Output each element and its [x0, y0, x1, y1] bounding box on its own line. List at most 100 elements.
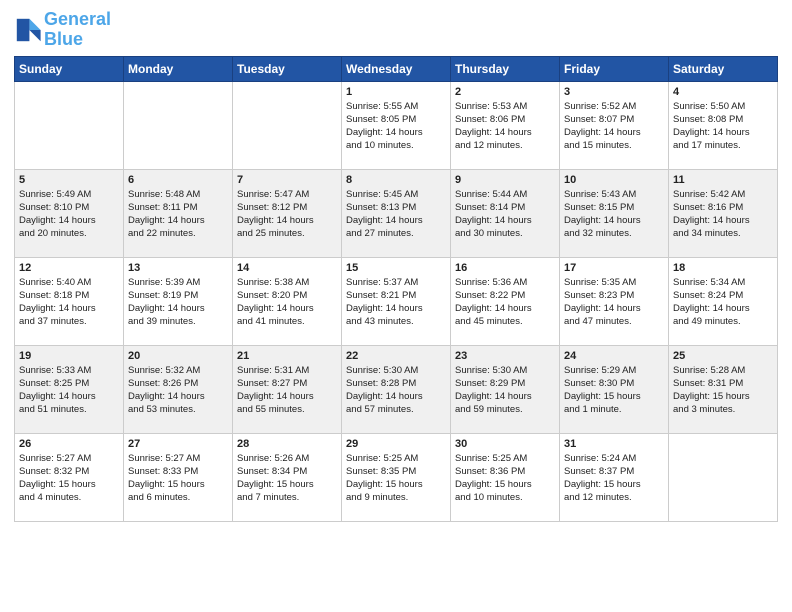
day-number: 15	[346, 262, 446, 274]
day-number: 13	[128, 262, 228, 274]
day-number: 18	[673, 262, 773, 274]
calendar-cell: 20 Sunrise: 5:32 AM Sunset: 8:26 PM Dayli…	[124, 345, 233, 433]
logo-icon	[14, 16, 42, 44]
header: General Blue	[14, 10, 778, 50]
day-info: Sunrise: 5:33 AM Sunset: 8:25 PM Dayligh…	[19, 364, 119, 417]
day-info: Sunrise: 5:48 AM Sunset: 8:11 PM Dayligh…	[128, 188, 228, 241]
calendar-week-row: 12 Sunrise: 5:40 AM Sunset: 8:18 PM Dayli…	[15, 257, 778, 345]
day-info: Sunrise: 5:35 AM Sunset: 8:23 PM Dayligh…	[564, 276, 664, 329]
weekday-header: Wednesday	[342, 56, 451, 81]
day-number: 30	[455, 438, 555, 450]
day-number: 8	[346, 174, 446, 186]
calendar-week-row: 5 Sunrise: 5:49 AM Sunset: 8:10 PM Daylig…	[15, 169, 778, 257]
day-info: Sunrise: 5:42 AM Sunset: 8:16 PM Dayligh…	[673, 188, 773, 241]
day-number: 20	[128, 350, 228, 362]
day-number: 21	[237, 350, 337, 362]
day-info: Sunrise: 5:24 AM Sunset: 8:37 PM Dayligh…	[564, 452, 664, 505]
calendar-cell: 11 Sunrise: 5:42 AM Sunset: 8:16 PM Dayli…	[669, 169, 778, 257]
day-number: 25	[673, 350, 773, 362]
day-info: Sunrise: 5:36 AM Sunset: 8:22 PM Dayligh…	[455, 276, 555, 329]
calendar-cell: 21 Sunrise: 5:31 AM Sunset: 8:27 PM Dayli…	[233, 345, 342, 433]
day-info: Sunrise: 5:25 AM Sunset: 8:35 PM Dayligh…	[346, 452, 446, 505]
day-number: 19	[19, 350, 119, 362]
calendar-cell: 25Sunrise: 5:28 AM Sunset: 8:31 PM Dayli…	[669, 345, 778, 433]
day-info: Sunrise: 5:29 AM Sunset: 8:30 PM Dayligh…	[564, 364, 664, 417]
day-info: Sunrise: 5:37 AM Sunset: 8:21 PM Dayligh…	[346, 276, 446, 329]
calendar-cell: 3 Sunrise: 5:52 AM Sunset: 8:07 PM Daylig…	[560, 81, 669, 169]
calendar-cell	[124, 81, 233, 169]
page: General Blue SundayMondayTuesdayWednesda…	[0, 0, 792, 612]
day-info: Sunrise: 5:43 AM Sunset: 8:15 PM Dayligh…	[564, 188, 664, 241]
day-number: 9	[455, 174, 555, 186]
day-info: Sunrise: 5:27 AM Sunset: 8:33 PM Dayligh…	[128, 452, 228, 505]
day-number: 17	[564, 262, 664, 274]
day-info: Sunrise: 5:32 AM Sunset: 8:26 PM Dayligh…	[128, 364, 228, 417]
day-number: 6	[128, 174, 228, 186]
calendar-cell	[15, 81, 124, 169]
calendar-cell: 16 Sunrise: 5:36 AM Sunset: 8:22 PM Dayli…	[451, 257, 560, 345]
calendar-cell: 30 Sunrise: 5:25 AM Sunset: 8:36 PM Dayli…	[451, 433, 560, 521]
calendar-cell: 31Sunrise: 5:24 AM Sunset: 8:37 PM Dayli…	[560, 433, 669, 521]
day-number: 5	[19, 174, 119, 186]
day-info: Sunrise: 5:45 AM Sunset: 8:13 PM Dayligh…	[346, 188, 446, 241]
day-number: 7	[237, 174, 337, 186]
day-number: 1	[346, 86, 446, 98]
day-number: 12	[19, 262, 119, 274]
calendar-cell: 15 Sunrise: 5:37 AM Sunset: 8:21 PM Dayli…	[342, 257, 451, 345]
weekday-header: Friday	[560, 56, 669, 81]
calendar-week-row: 19 Sunrise: 5:33 AM Sunset: 8:25 PM Dayli…	[15, 345, 778, 433]
calendar-cell: 4Sunrise: 5:50 AM Sunset: 8:08 PM Daylig…	[669, 81, 778, 169]
day-info: Sunrise: 5:25 AM Sunset: 8:36 PM Dayligh…	[455, 452, 555, 505]
calendar-cell	[233, 81, 342, 169]
calendar-cell: 6 Sunrise: 5:48 AM Sunset: 8:11 PM Daylig…	[124, 169, 233, 257]
calendar: SundayMondayTuesdayWednesdayThursdayFrid…	[14, 56, 778, 522]
calendar-cell: 14 Sunrise: 5:38 AM Sunset: 8:20 PM Dayli…	[233, 257, 342, 345]
calendar-cell	[669, 433, 778, 521]
calendar-cell: 8 Sunrise: 5:45 AM Sunset: 8:13 PM Daylig…	[342, 169, 451, 257]
logo: General Blue	[14, 10, 111, 50]
day-info: Sunrise: 5:31 AM Sunset: 8:27 PM Dayligh…	[237, 364, 337, 417]
calendar-cell: 26Sunrise: 5:27 AM Sunset: 8:32 PM Dayli…	[15, 433, 124, 521]
day-info: Sunrise: 5:44 AM Sunset: 8:14 PM Dayligh…	[455, 188, 555, 241]
day-info: Sunrise: 5:26 AM Sunset: 8:34 PM Dayligh…	[237, 452, 337, 505]
day-number: 28	[237, 438, 337, 450]
calendar-cell: 7 Sunrise: 5:47 AM Sunset: 8:12 PM Daylig…	[233, 169, 342, 257]
calendar-header-row: SundayMondayTuesdayWednesdayThursdayFrid…	[15, 56, 778, 81]
day-number: 22	[346, 350, 446, 362]
calendar-cell: 5 Sunrise: 5:49 AM Sunset: 8:10 PM Daylig…	[15, 169, 124, 257]
calendar-week-row: 1 Sunrise: 5:55 AM Sunset: 8:05 PM Daylig…	[15, 81, 778, 169]
calendar-cell: 12 Sunrise: 5:40 AM Sunset: 8:18 PM Dayli…	[15, 257, 124, 345]
day-info: Sunrise: 5:53 AM Sunset: 8:06 PM Dayligh…	[455, 100, 555, 153]
weekday-header: Tuesday	[233, 56, 342, 81]
calendar-cell: 22 Sunrise: 5:30 AM Sunset: 8:28 PM Dayli…	[342, 345, 451, 433]
day-number: 24	[564, 350, 664, 362]
weekday-header: Saturday	[669, 56, 778, 81]
calendar-cell: 17 Sunrise: 5:35 AM Sunset: 8:23 PM Dayli…	[560, 257, 669, 345]
day-info: Sunrise: 5:52 AM Sunset: 8:07 PM Dayligh…	[564, 100, 664, 153]
day-number: 11	[673, 174, 773, 186]
day-info: Sunrise: 5:47 AM Sunset: 8:12 PM Dayligh…	[237, 188, 337, 241]
calendar-cell: 18Sunrise: 5:34 AM Sunset: 8:24 PM Dayli…	[669, 257, 778, 345]
day-number: 14	[237, 262, 337, 274]
day-number: 3	[564, 86, 664, 98]
day-info: Sunrise: 5:38 AM Sunset: 8:20 PM Dayligh…	[237, 276, 337, 329]
day-info: Sunrise: 5:50 AM Sunset: 8:08 PM Dayligh…	[673, 100, 773, 153]
day-info: Sunrise: 5:30 AM Sunset: 8:28 PM Dayligh…	[346, 364, 446, 417]
day-number: 27	[128, 438, 228, 450]
day-info: Sunrise: 5:55 AM Sunset: 8:05 PM Dayligh…	[346, 100, 446, 153]
calendar-cell: 24 Sunrise: 5:29 AM Sunset: 8:30 PM Dayli…	[560, 345, 669, 433]
day-info: Sunrise: 5:40 AM Sunset: 8:18 PM Dayligh…	[19, 276, 119, 329]
weekday-header: Thursday	[451, 56, 560, 81]
day-info: Sunrise: 5:30 AM Sunset: 8:29 PM Dayligh…	[455, 364, 555, 417]
calendar-cell: 13 Sunrise: 5:39 AM Sunset: 8:19 PM Dayli…	[124, 257, 233, 345]
calendar-cell: 2 Sunrise: 5:53 AM Sunset: 8:06 PM Daylig…	[451, 81, 560, 169]
calendar-cell: 1 Sunrise: 5:55 AM Sunset: 8:05 PM Daylig…	[342, 81, 451, 169]
day-number: 29	[346, 438, 446, 450]
weekday-header: Monday	[124, 56, 233, 81]
day-number: 2	[455, 86, 555, 98]
day-info: Sunrise: 5:39 AM Sunset: 8:19 PM Dayligh…	[128, 276, 228, 329]
calendar-week-row: 26Sunrise: 5:27 AM Sunset: 8:32 PM Dayli…	[15, 433, 778, 521]
day-info: Sunrise: 5:49 AM Sunset: 8:10 PM Dayligh…	[19, 188, 119, 241]
day-number: 16	[455, 262, 555, 274]
calendar-cell: 10Sunrise: 5:43 AM Sunset: 8:15 PM Dayli…	[560, 169, 669, 257]
